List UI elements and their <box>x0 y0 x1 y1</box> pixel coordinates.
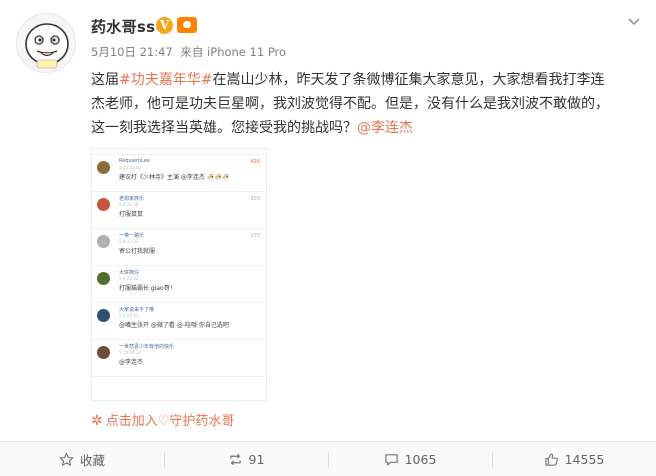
comment-avatar <box>97 198 110 211</box>
like-count: 14555 <box>564 451 605 467</box>
comment-time: 5-9 22:30 <box>119 202 139 207</box>
post-text: 这届#功夫嘉年华#在嵩山少林，昨天发了条微博征集大家意见，大家想看我打李连杰老师… <box>91 68 611 140</box>
repost-icon <box>229 453 241 465</box>
image-comment-row: 老狗家族乐 5-9 22:30 打服鼠鼠 303 <box>92 192 266 229</box>
comment-time: 5-9 22:33 <box>119 313 139 318</box>
comment-time: 5-10 21:00 <box>119 165 141 170</box>
comment-avatar <box>97 346 110 359</box>
comment-time: 5-10 09:12 <box>119 350 141 355</box>
comment-author: RequiemLee <box>119 158 150 164</box>
sparkle-icon: ✲ <box>91 413 103 429</box>
hashtag-link[interactable]: #功夫嘉年华# <box>119 72 212 88</box>
comment-time: 5-9 22:32 <box>119 276 139 281</box>
comment-avatar <box>97 309 110 322</box>
post-time[interactable]: 5月10日 21:47 <box>91 45 173 59</box>
action-bar: 收藏 91 1065 14555 <box>0 441 656 476</box>
image-comment-row: RequiemLee 5-10 21:00 建议打《少林寺》主演 @李连杰 🍜🍜🍜 4… <box>92 155 266 192</box>
post-meta: 5月10日 21:47 来自 iPhone 11 Pro <box>91 44 290 60</box>
comment-likes: 177 <box>250 233 260 239</box>
image-comment-row: 大家说来不了哦 5-9 22:33 @嘴生张开 @微了看 @-哇哦·你自己选吧 <box>92 303 266 340</box>
comment-author: 一世悲喜少年有他的快乐 <box>119 344 175 350</box>
comment-button[interactable]: 1065 <box>328 442 492 476</box>
comment-avatar <box>97 161 110 174</box>
image-comment-row: 一世悲喜少年有他的快乐 5-10 09:12 @李连杰 <box>92 340 266 377</box>
verified-badge: V <box>156 17 173 34</box>
support-link[interactable]: ✲ 点击加入♡守护药水哥 <box>91 410 234 429</box>
post-image[interactable]: RequiemLee 5-10 21:00 建议打《少林寺》主演 @李连杰 🍜🍜🍜 4… <box>91 148 267 401</box>
comment-time: 5-9 22:31 <box>119 239 139 244</box>
comment-text: @李连杰 <box>119 359 144 366</box>
comment-text: 打服猫霸长 giao哥！ <box>119 285 176 292</box>
repost-button[interactable]: 91 <box>164 442 328 476</box>
post-text-prefix: 这届 <box>91 72 119 88</box>
comment-text: 建议打《少林寺》主演 @李连杰 🍜🍜🍜 <box>119 174 230 181</box>
comment-avatar <box>97 235 110 248</box>
like-button[interactable]: 14555 <box>492 442 656 476</box>
avatar[interactable] <box>16 13 76 73</box>
comment-text: @嘴生张开 @微了看 @-哇哦·你自己选吧 <box>119 322 229 329</box>
repost-count: 91 <box>248 451 265 467</box>
comment-likes: 426 <box>250 159 260 165</box>
post-source: 来自 iPhone 11 Pro <box>180 45 287 59</box>
comment-likes: 303 <box>250 196 260 202</box>
comment-avatar <box>97 272 110 285</box>
comment-author: 大家说来不了哦 <box>119 307 155 313</box>
comment-count: 1065 <box>404 451 437 467</box>
author-name[interactable]: 药水哥ss <box>91 16 155 37</box>
comment-author: 老狗家族乐 <box>119 196 145 202</box>
comment-text: 寄公打我就服 <box>119 248 156 255</box>
comment-author: 一带一路乐 <box>119 233 145 239</box>
comment-icon <box>384 453 398 466</box>
mention-link[interactable]: @李连杰 <box>357 120 413 136</box>
support-label: 点击加入♡守护药水哥 <box>105 414 235 429</box>
comment-text: 打服鼠鼠 <box>119 211 144 218</box>
member-badge-icon[interactable] <box>177 17 197 33</box>
favorite-label: 收藏 <box>79 452 105 468</box>
like-icon <box>544 452 558 466</box>
image-comment-row: 大饼熊仔 5-9 22:32 打服猫霸长 giao哥！ <box>92 266 266 303</box>
comment-author: 大饼熊仔 <box>119 270 140 276</box>
favorite-button[interactable]: 收藏 <box>0 442 164 476</box>
image-comment-row: 一带一路乐 5-9 22:31 寄公打我就服 177 <box>92 229 266 266</box>
chevron-down-icon[interactable] <box>626 13 642 29</box>
star-icon <box>59 452 74 466</box>
